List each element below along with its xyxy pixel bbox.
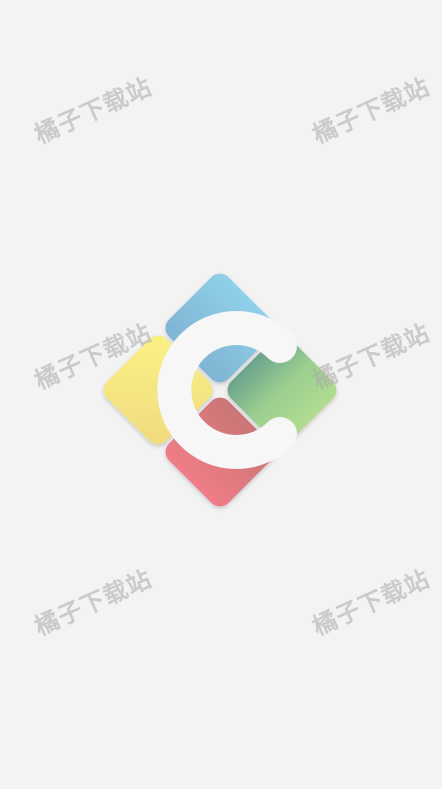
app-logo-c-icon bbox=[92, 262, 348, 518]
splash-screen: 橘子下载站 橘子下载站 橘子下载站 橘子下载站 橘子下载站 橘子下载站 bbox=[0, 0, 442, 789]
watermark-text: 橘子下载站 bbox=[30, 564, 157, 642]
watermark-text: 橘子下载站 bbox=[308, 72, 435, 150]
watermark-text: 橘子下载站 bbox=[308, 564, 435, 642]
watermark-text: 橘子下载站 bbox=[30, 72, 157, 150]
